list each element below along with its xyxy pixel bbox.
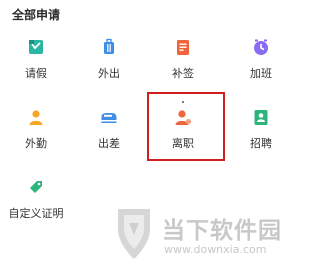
watermark: 当下软件园 www.downxia.com [112, 205, 292, 265]
app-go-out[interactable]: 外出 [79, 37, 139, 97]
document-icon [177, 40, 189, 55]
tag-icon [30, 181, 42, 193]
app-recruitment[interactable]: 招聘 [231, 107, 291, 167]
app-custom-certificate-label: 自定义证明 [8, 207, 64, 220]
watermark-name: 当下软件园 [162, 218, 282, 244]
watermark-logo-icon [118, 209, 150, 259]
app-business-trip-label: 出差 [98, 137, 120, 150]
highlight-box [147, 92, 225, 161]
app-overtime[interactable]: 加班 [231, 37, 291, 97]
clock-icon [254, 39, 268, 55]
app-resign-in-label: 补签 [172, 67, 194, 80]
app-field-work-label: 外勤 [25, 137, 47, 150]
app-overtime-label: 加班 [250, 67, 272, 80]
train-icon [101, 113, 117, 123]
recruit-icon [254, 110, 268, 125]
luggage-icon [104, 38, 114, 54]
calendar-leave-icon [29, 40, 43, 54]
watermark-url: www.downxia.com [164, 243, 267, 256]
app-leave-label: 请假 [25, 67, 47, 80]
app-go-out-label: 外出 [98, 67, 120, 80]
app-custom-certificate[interactable]: 自定义证明 [6, 177, 66, 237]
field-person-icon [29, 110, 43, 125]
app-field-work[interactable]: 外勤 [6, 107, 66, 167]
app-resign-in[interactable]: 补签 [153, 37, 213, 97]
app-leave[interactable]: 请假 [6, 37, 66, 97]
app-recruitment-label: 招聘 [250, 137, 272, 150]
app-business-trip[interactable]: 出差 [79, 107, 139, 167]
